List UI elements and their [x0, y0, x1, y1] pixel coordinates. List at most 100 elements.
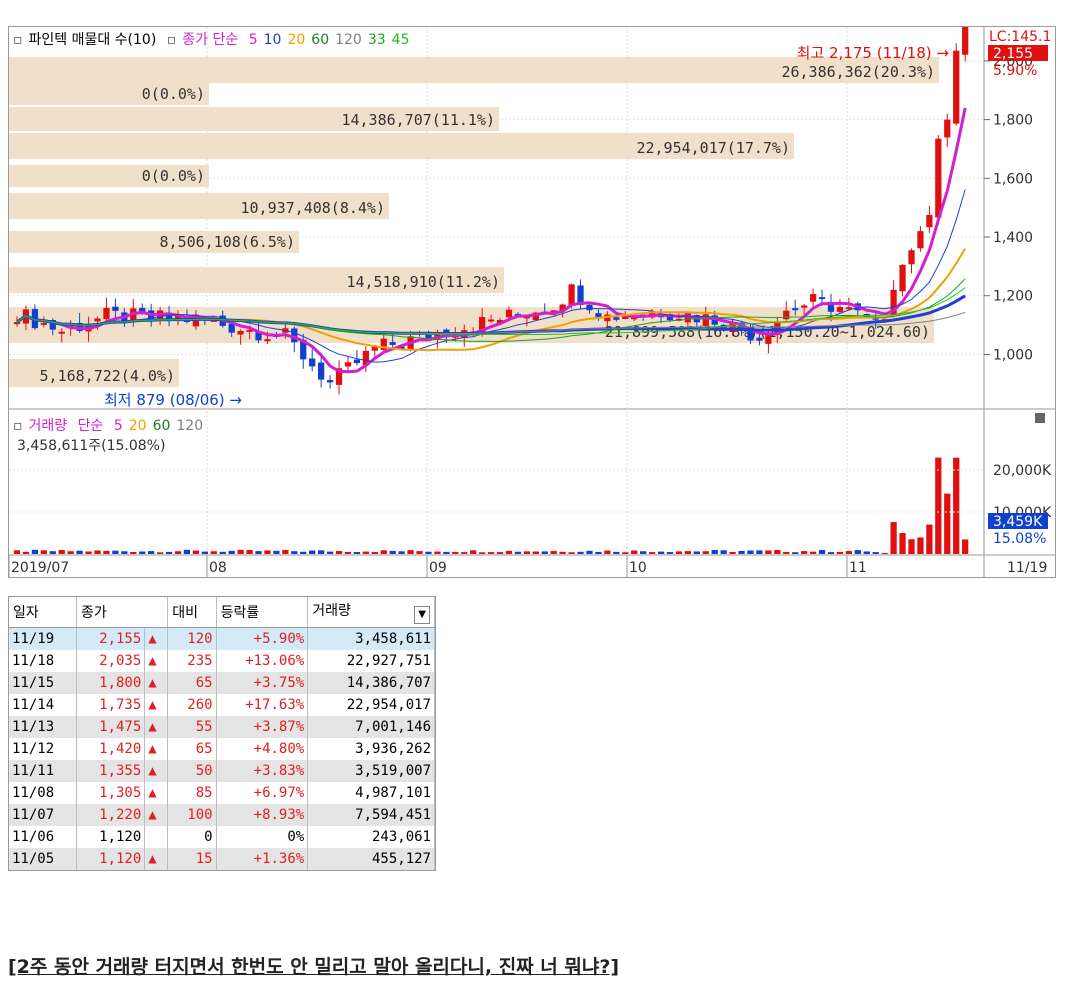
cell-volume: 14,386,707	[307, 672, 435, 694]
table-row[interactable]: 11/18 2,035 ▲ 235 +13.06% 22,927,751	[9, 650, 435, 672]
cell-date: 11/05	[9, 848, 78, 870]
close-pane-icon	[1035, 413, 1045, 423]
volume-bar	[85, 551, 92, 554]
candle-body	[353, 359, 361, 364]
volume-bar	[622, 552, 629, 554]
dropdown-arrow-icon[interactable]: ▼	[414, 606, 430, 624]
candle-body	[756, 337, 763, 341]
cell-change: 85	[167, 782, 217, 804]
volume-bar	[40, 550, 47, 554]
cell-change: 55	[167, 716, 217, 738]
table-row[interactable]: 11/07 1,220 ▲ 100 +8.93% 7,594,451	[9, 804, 435, 826]
cell-date: 11/07	[9, 804, 78, 826]
table-row[interactable]: 11/11 1,355 ▲ 50 +3.83% 3,519,007	[9, 760, 435, 782]
cell-rate: +4.80%	[216, 738, 309, 760]
lc-label: LC:145.1	[989, 29, 1051, 45]
cell-close: 1,355	[76, 760, 146, 782]
cell-close: 1,305	[76, 782, 146, 804]
cell-volume: 7,001,146	[307, 716, 435, 738]
volume-legend: ▫ 거래량 단순 5 20 60 120	[13, 415, 215, 435]
cell-change: 235	[167, 650, 217, 672]
volume-bar	[371, 552, 378, 554]
volume-bar	[631, 550, 638, 554]
cell-rate: +1.36%	[216, 848, 309, 870]
price-legend: ▫ 파인텍 매물대 수(10) ▫ 종가 단순 5 10 20 60 120 33 45	[13, 29, 422, 49]
volume-bar	[94, 550, 101, 554]
volume-title: 거래량	[28, 418, 68, 434]
table-row[interactable]: 11/06 1,120 0 0% 243,061	[9, 826, 435, 848]
volume-profile-label: 0(0.0%)	[142, 85, 205, 103]
header-change[interactable]: 대비	[167, 597, 217, 628]
table-row[interactable]: 11/08 1,305 ▲ 85 +6.97% 4,987,101	[9, 782, 435, 804]
volume-bar	[505, 550, 513, 554]
cell-date: 11/18	[9, 650, 78, 672]
volume-bar	[300, 551, 307, 554]
volume-bar	[962, 539, 969, 554]
volume-bar	[326, 551, 334, 554]
table-row[interactable]: 11/19 2,155 ▲ 120 +5.90% 3,458,611	[9, 627, 435, 650]
volume-bar	[845, 551, 853, 554]
volume-bar	[156, 552, 164, 554]
volume-bar	[148, 551, 155, 554]
cell-arrow	[144, 826, 169, 848]
volume-bar	[130, 551, 137, 554]
header-date[interactable]: 일자	[9, 597, 78, 628]
volume-profile-label: 10,937,408(8.4%)	[241, 199, 386, 217]
candle-body	[935, 138, 942, 218]
volume-bar	[738, 550, 745, 554]
volume-bar	[470, 550, 477, 554]
cell-volume: 3,519,007	[307, 760, 435, 782]
candle-body	[58, 331, 65, 334]
cell-rate: +13.06%	[216, 650, 309, 672]
candle-body	[836, 306, 844, 312]
candle-body	[962, 27, 969, 55]
table-row[interactable]: 11/15 1,800 ▲ 65 +3.75% 14,386,707	[9, 672, 435, 694]
table-row[interactable]: 11/05 1,120 ▲ 15 +1.36% 455,127	[9, 848, 435, 870]
candle-body	[809, 294, 817, 302]
cell-rate: +5.90%	[216, 627, 309, 650]
volume-bar	[729, 551, 736, 554]
table-row[interactable]: 11/14 1,735 ▲ 260 +17.63% 22,954,017	[9, 694, 435, 716]
table-row[interactable]: 11/12 1,420 ▲ 65 +4.80% 3,936,262	[9, 738, 435, 760]
header-close[interactable]: 종가	[76, 597, 169, 628]
cell-arrow: ▲	[144, 716, 169, 738]
volume-bar	[174, 551, 182, 554]
price-tick-label: 1,000	[993, 347, 1033, 363]
table-row[interactable]: 11/13 1,475 ▲ 55 +3.87% 7,001,146	[9, 716, 435, 738]
volume-bar	[13, 550, 21, 554]
cell-rate: +3.83%	[216, 760, 309, 782]
cell-rate: 0%	[216, 826, 309, 848]
header-volume[interactable]: 거래량 ▼	[307, 597, 435, 628]
current-volume-label: 3,459K	[993, 514, 1043, 530]
volume-bar	[246, 550, 253, 554]
volume-bar	[792, 552, 799, 554]
current-volume-rate: 15.08%	[993, 531, 1046, 547]
volume-ma-periods: 5 20 60 120	[114, 418, 209, 434]
volume-bar	[237, 549, 244, 554]
volume-bar	[112, 550, 119, 554]
volume-bar	[121, 551, 128, 554]
cell-volume: 7,594,451	[307, 804, 435, 826]
cell-close: 1,120	[76, 826, 146, 848]
volume-bar	[103, 550, 110, 554]
cell-rate: +3.75%	[216, 672, 309, 694]
header-rate[interactable]: 등락률	[216, 597, 309, 628]
cell-volume: 4,987,101	[307, 782, 435, 804]
header-volume-label: 거래량	[312, 603, 351, 619]
volume-bar	[935, 457, 942, 554]
cell-arrow: ▲	[144, 848, 169, 870]
candle-body	[237, 330, 244, 335]
volume-bar	[657, 551, 665, 554]
date-tick-label: 09	[429, 560, 447, 576]
volume-bar	[818, 549, 826, 554]
candle-body	[818, 297, 826, 300]
volume-bar	[139, 551, 146, 554]
volume-bar	[264, 550, 271, 554]
volume-bar	[854, 550, 861, 554]
volume-bar	[908, 539, 915, 554]
volume-bar	[461, 552, 468, 554]
price-tick-label: 1,600	[993, 171, 1033, 187]
volume-profile-label: 0(0.0%)	[142, 167, 205, 185]
cell-close: 2,035	[76, 650, 146, 672]
ma-period-20: 20	[287, 32, 306, 48]
